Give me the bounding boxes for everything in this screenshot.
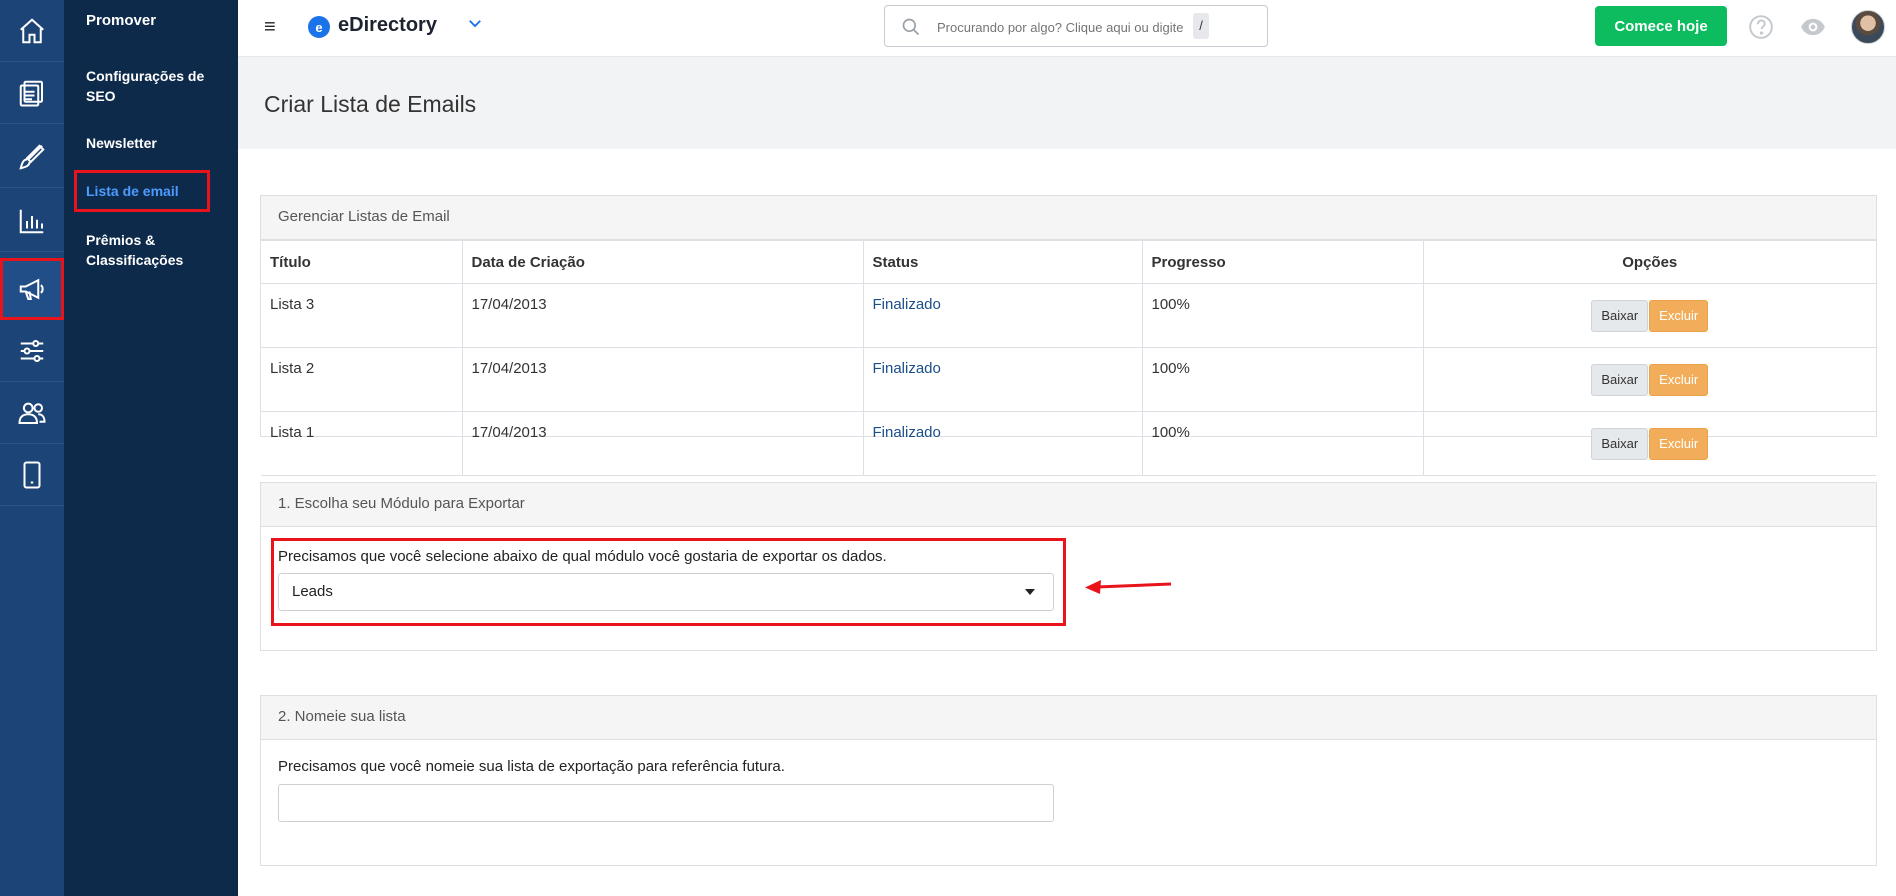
users-icon — [18, 402, 46, 424]
cell-options: Baixar Excluir — [1422, 411, 1876, 476]
chevron-down-icon[interactable] — [466, 14, 484, 32]
table-row: Lista 3 17/04/2013 Finalizado 100% Baixa… — [261, 283, 1876, 348]
download-button[interactable]: Baixar — [1591, 427, 1649, 460]
brush-icon — [19, 143, 45, 170]
download-button[interactable]: Baixar — [1591, 299, 1649, 332]
search-icon — [902, 18, 920, 36]
cell-date: 17/04/2013 — [461, 411, 864, 476]
cell-date: 17/04/2013 — [461, 283, 864, 348]
status-link[interactable]: Finalizado — [873, 360, 941, 377]
module-highlight-box — [271, 538, 1066, 626]
submenu-item-awards[interactable]: Prêmios & Classificações — [86, 230, 226, 270]
submenu-item-seo[interactable]: Configurações de SEO — [86, 66, 226, 106]
brand-logo-icon: e — [308, 16, 330, 38]
page-title-bar: Criar Lista de Emails — [238, 57, 1896, 149]
cell-title: Lista 2 — [261, 347, 463, 412]
rail-settings[interactable] — [0, 320, 64, 382]
eye-icon[interactable] — [1800, 14, 1826, 40]
status-link[interactable]: Finalizado — [873, 296, 941, 313]
cell-options: Baixar Excluir — [1422, 347, 1876, 412]
manage-lists-heading: Gerenciar Listas de Email — [261, 196, 1876, 240]
download-button[interactable]: Baixar — [1591, 363, 1649, 396]
start-today-button[interactable]: Comece hoje — [1595, 6, 1727, 46]
module-export-panel: 1. Escolha seu Módulo para Exportar Prec… — [260, 482, 1877, 651]
status-link[interactable]: Finalizado — [873, 424, 941, 441]
email-lists-table: Título Data de Criação Status Progresso … — [261, 240, 1876, 476]
delete-button[interactable]: Excluir — [1649, 427, 1709, 460]
delete-button[interactable]: Excluir — [1649, 299, 1709, 332]
cell-options: Baixar Excluir — [1422, 283, 1876, 348]
table-row: Lista 1 17/04/2013 Finalizado 100% Baixa… — [261, 411, 1876, 476]
search-box[interactable]: / — [884, 5, 1268, 47]
icon-rail — [0, 0, 64, 896]
cell-title: Lista 3 — [261, 283, 463, 348]
mobile-icon — [23, 461, 41, 488]
delete-button[interactable]: Excluir — [1649, 363, 1709, 396]
cell-date: 17/04/2013 — [461, 347, 864, 412]
rail-users[interactable] — [0, 382, 64, 444]
rail-mobile[interactable] — [0, 444, 64, 506]
name-list-panel: 2. Nomeie sua lista Precisamos que você … — [260, 695, 1877, 866]
module-export-heading: 1. Escolha seu Módulo para Exportar — [261, 483, 1876, 527]
submenu-item-newsletter[interactable]: Newsletter — [86, 133, 226, 153]
rail-home[interactable] — [0, 0, 64, 62]
documents-icon — [19, 80, 43, 106]
page-title: Criar Lista de Emails — [264, 91, 477, 117]
sliders-icon — [20, 339, 44, 362]
name-list-heading: 2. Nomeie sua lista — [261, 696, 1876, 740]
user-avatar[interactable] — [1851, 10, 1885, 44]
manage-lists-panel: Gerenciar Listas de Email Título Data de… — [260, 195, 1877, 476]
rail-content[interactable] — [0, 62, 64, 124]
cell-progress: 100% — [1141, 411, 1424, 476]
name-help-text: Precisamos que você nomeie sua lista de … — [278, 758, 785, 775]
search-shortcut-key: / — [1193, 13, 1209, 39]
search-input[interactable] — [935, 15, 1199, 39]
submenu-title: Promover — [86, 12, 157, 29]
main-content: Gerenciar Listas de Email Título Data de… — [238, 149, 1896, 896]
rail-reports[interactable] — [0, 190, 64, 252]
megaphone-icon — [19, 278, 44, 300]
hamburger-menu-icon[interactable]: ≡ — [264, 17, 276, 37]
column-header-title: Título — [261, 240, 463, 284]
submenu-highlight-box — [74, 170, 210, 212]
table-header-row: Título Data de Criação Status Progresso … — [261, 240, 1876, 284]
arrow-left-icon — [1085, 580, 1172, 594]
column-header-status: Status — [862, 240, 1143, 284]
list-name-input[interactable] — [278, 784, 1054, 822]
column-header-progress: Progresso — [1141, 240, 1424, 284]
chart-bar-icon — [19, 209, 44, 233]
column-header-options: Opções — [1422, 240, 1876, 284]
cell-progress: 100% — [1141, 283, 1424, 348]
brand-name[interactable]: eDirectory — [338, 14, 437, 37]
home-icon — [20, 17, 44, 43]
submenu: Promover Configurações de SEO Newsletter… — [64, 0, 238, 896]
top-header: ≡ e eDirectory / Comece hoje — [238, 0, 1896, 57]
help-icon[interactable] — [1748, 14, 1774, 40]
rail-design[interactable] — [0, 126, 64, 188]
rail-promote[interactable] — [0, 258, 64, 320]
column-header-date: Data de Criação — [461, 240, 864, 284]
cell-progress: 100% — [1141, 347, 1424, 412]
table-row: Lista 2 17/04/2013 Finalizado 100% Baixa… — [261, 347, 1876, 412]
cell-title: Lista 1 — [261, 411, 463, 476]
